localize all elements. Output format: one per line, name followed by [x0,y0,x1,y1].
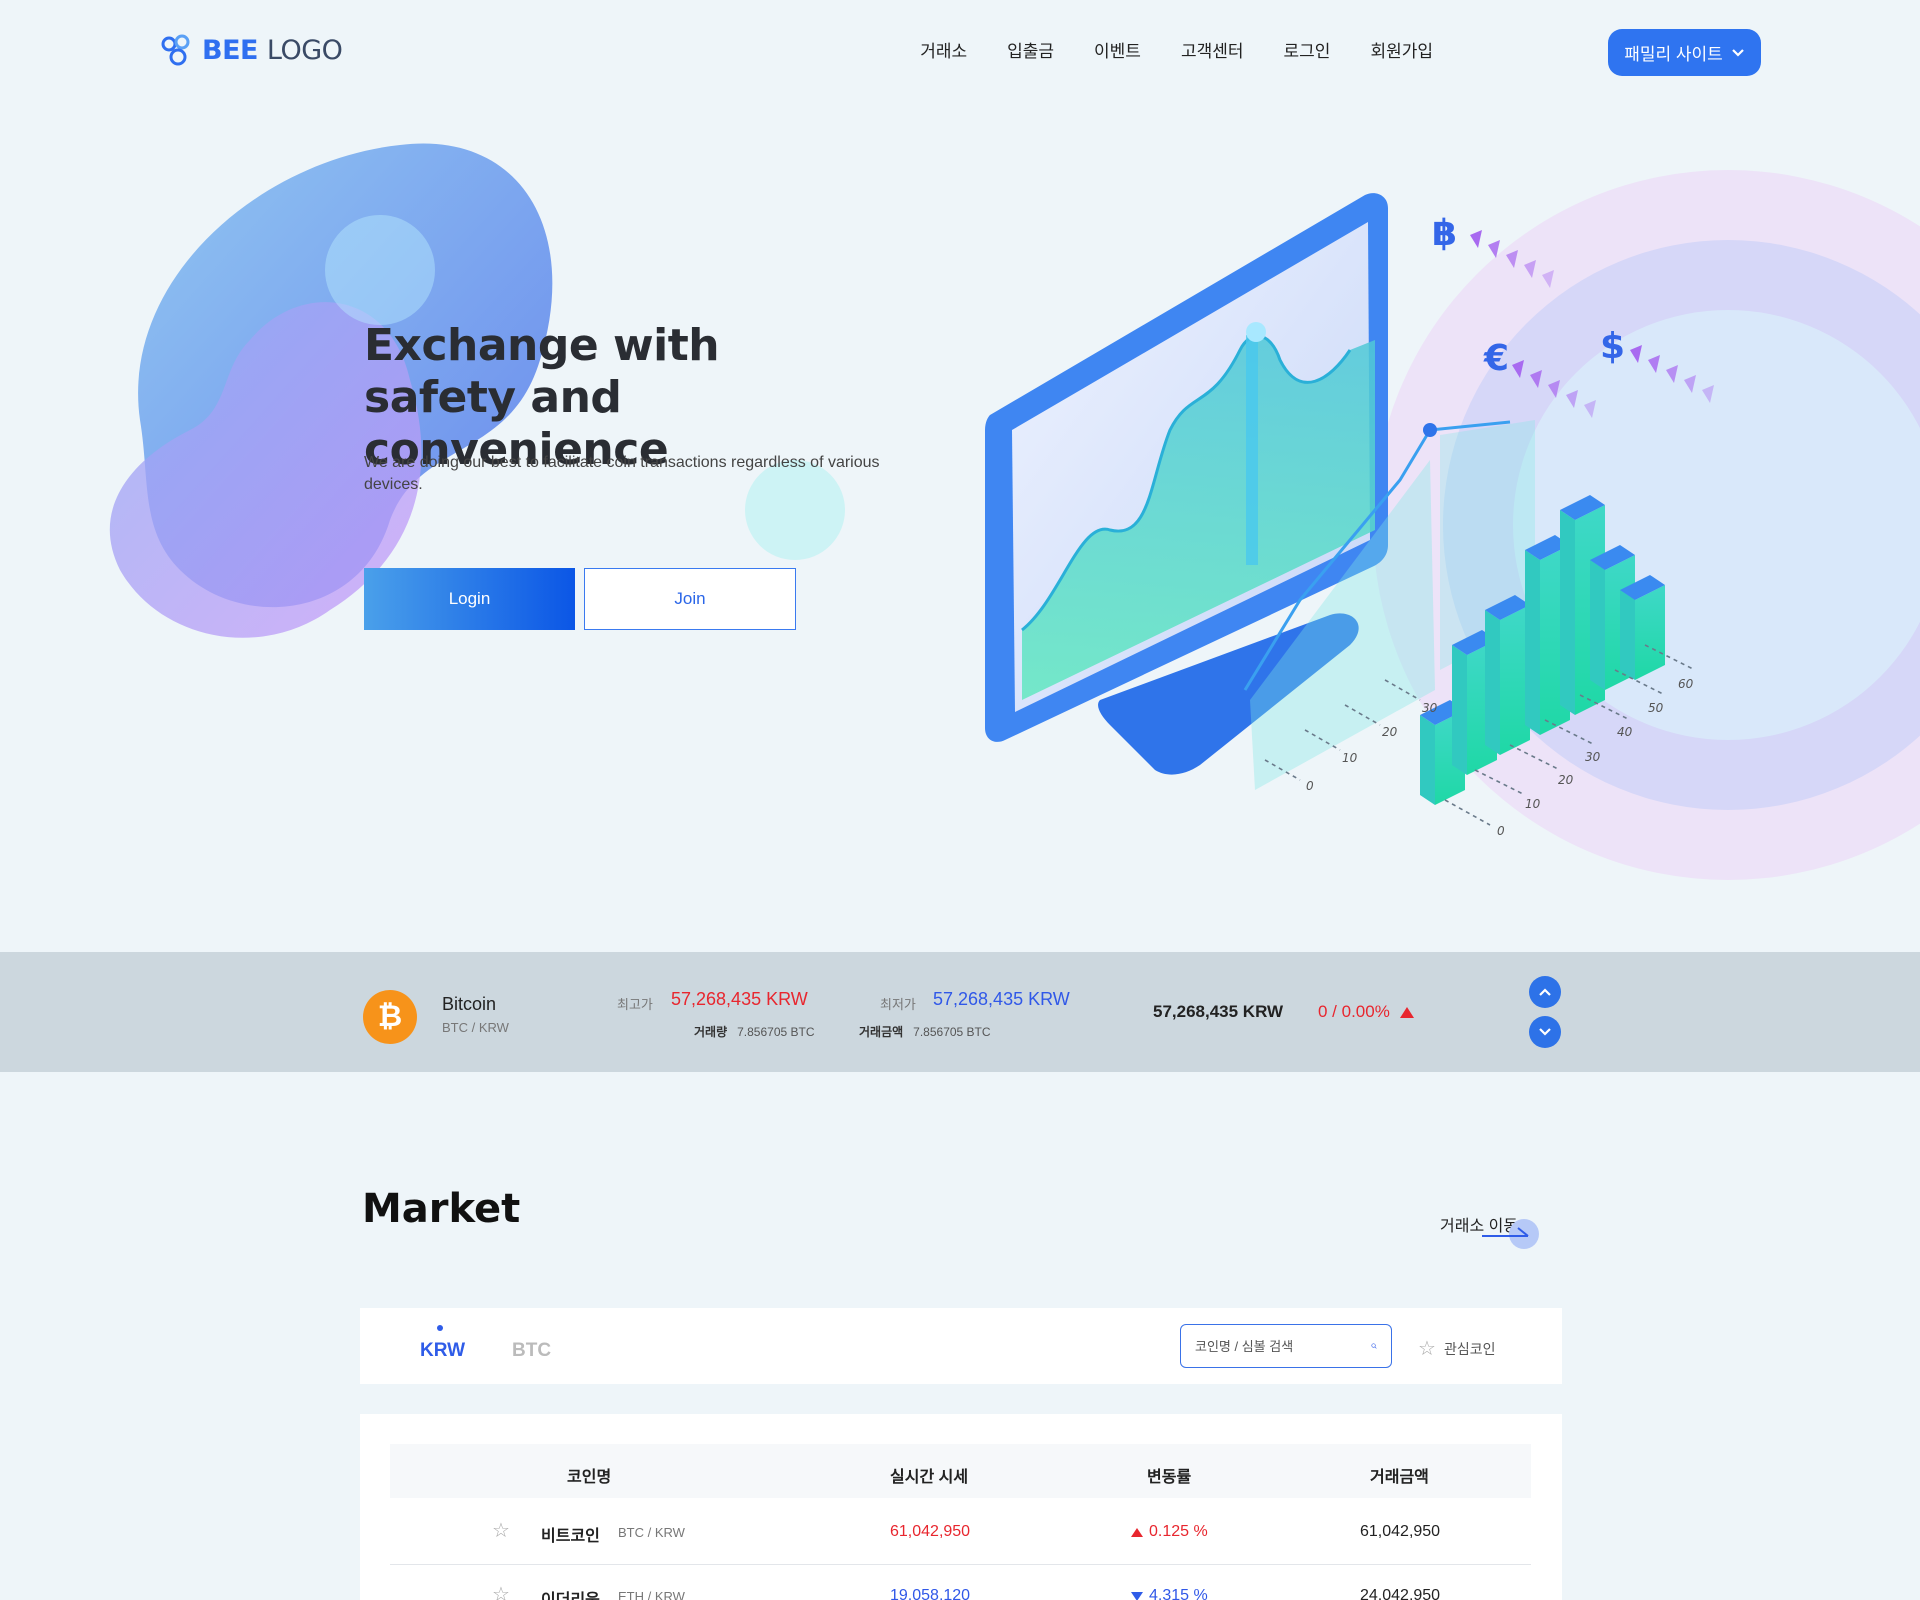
nav-event[interactable]: 이벤트 [1094,38,1141,66]
axis-right-40: 40 [1617,725,1633,739]
nav-exchange[interactable]: 거래소 [920,38,967,66]
family-site-button[interactable]: 패밀리 사이트 [1608,29,1761,76]
join-button[interactable]: Join [584,568,796,630]
arrow-right-icon [1482,1219,1540,1249]
chevron-down-icon [1732,48,1744,57]
row-coin-pair: BTC / KRW [618,1525,685,1540]
axis-right-10: 10 [1525,797,1541,811]
axis-right-50: 50 [1648,701,1664,715]
row-amount: 61,042,950 [1360,1523,1441,1540]
dollar-symbol: $ [1600,326,1625,367]
star-icon: ☆ [1418,1338,1436,1360]
search-icon[interactable] [1371,1336,1377,1356]
euro-symbol: € [1483,338,1509,379]
search-input[interactable] [1195,1338,1371,1354]
axis-right-0: 0 [1497,824,1505,838]
ticker-low-value: 57,268,435 KRW [933,989,1070,1009]
ticker-amount-value: 7.856705 BTC [913,1025,991,1039]
arrow-down-icon [1131,1591,1143,1600]
login-button[interactable]: Login [364,568,575,630]
row-amount: 24,042,950 [1360,1587,1441,1600]
bitcoin-icon: ₿ [363,990,417,1044]
logo-text-bold: BEE [202,34,258,66]
row-change: 0.125 % [1131,1523,1208,1541]
axis-right-30: 30 [1585,750,1601,764]
nav-login[interactable]: 로그인 [1284,38,1331,66]
go-exchange-link[interactable]: 거래소 이동 [1440,1194,1540,1254]
tab-btc[interactable]: BTC [512,1340,551,1362]
coin-ticker [0,952,1920,1072]
family-site-label: 패밀리 사이트 [1624,45,1723,64]
ticker-amount-label: 거래금액 [859,1025,904,1039]
axis-left-0: 0 [1306,779,1314,793]
nav-signup[interactable]: 회원가입 [1370,38,1433,66]
ticker-high-value: 57,268,435 KRW [671,989,808,1009]
row-coin-name[interactable]: 이더리움 [541,1586,600,1600]
axis-left-20: 20 [1382,725,1398,739]
ticker-coin-name: Bitcoin [442,994,497,1014]
axis-left-10: 10 [1342,751,1358,765]
row-change: 4,315 % [1131,1587,1208,1600]
hero-illustration: 0 10 20 30 0 10 20 30 40 50 60 ฿ € $ [109,143,1920,880]
hero-title-line1: Exchange with [364,320,720,371]
favorite-star-icon[interactable]: ☆ [492,1582,510,1600]
row-coin-pair: ETH / KRW [618,1589,685,1600]
col-change[interactable]: 변동률 [1147,1463,1191,1487]
axis-right-20: 20 [1558,773,1574,787]
coin-search [1180,1324,1392,1368]
ticker-coin-pair: BTC / KRW [442,1020,509,1035]
axis-left-30: 30 [1422,701,1438,715]
ticker-next-button[interactable] [1529,1016,1561,1048]
col-coin-name[interactable]: 코인명 [567,1463,611,1487]
tab-krw[interactable]: KRW [420,1340,465,1362]
ticker-change: 0 / 0.00% [1318,1002,1414,1022]
favorite-star-icon[interactable]: ☆ [492,1518,510,1543]
nav-deposit-withdraw[interactable]: 입출금 [1007,38,1054,66]
chevron-down-icon [1539,1028,1551,1036]
row-change-value: 4,315 % [1149,1587,1208,1600]
ticker-volume-value: 7.856705 BTC [737,1025,815,1039]
ticker-volume: 거래량 7.856705 BTC [694,1023,815,1040]
col-price[interactable]: 실시간 시세 [890,1463,968,1487]
row-price: 61,042,950 [890,1523,971,1540]
favorites-toggle[interactable]: ☆ 관심코인 [1418,1336,1495,1361]
hero-subtitle: We are doing our best to facilitate coin… [364,454,880,493]
market-title: Market [362,1186,521,1232]
active-tab-dot [437,1325,443,1331]
ticker-prev-button[interactable] [1529,976,1561,1008]
ticker-volume-label: 거래량 [694,1025,728,1039]
ticker-high-label: 최고가 [617,997,653,1012]
logo-text-thin: LOGO [266,34,343,66]
col-amount[interactable]: 거래금액 [1370,1463,1429,1487]
row-price: 19,058,120 [890,1587,971,1600]
arrow-up-icon [1131,1527,1143,1537]
ticker-low-label: 최저가 [880,997,916,1012]
chevron-up-icon [1539,988,1551,996]
arrow-up-icon [1399,1006,1414,1018]
favorites-label: 관심코인 [1443,1340,1496,1357]
logo[interactable]: BEE LOGO [160,32,343,68]
logo-icon [161,34,190,66]
ticker-price: 57,268,435 KRW [1153,1002,1284,1021]
row-change-value: 0.125 % [1149,1523,1208,1540]
ticker-amount: 거래금액 7.856705 BTC [859,1023,991,1040]
axis-right-60: 60 [1678,677,1694,691]
nav-customer-center[interactable]: 고객센터 [1181,38,1244,66]
main-nav: 거래소 입출금 이벤트 고객센터 로그인 회원가입 [920,38,1433,66]
market-table [360,1414,1562,1600]
ticker-change-value: 0 / 0.00% [1318,1002,1390,1021]
row-divider [390,1564,1531,1565]
bitcoin-symbol: ฿ [1432,213,1457,254]
row-coin-name[interactable]: 비트코인 [541,1522,600,1546]
